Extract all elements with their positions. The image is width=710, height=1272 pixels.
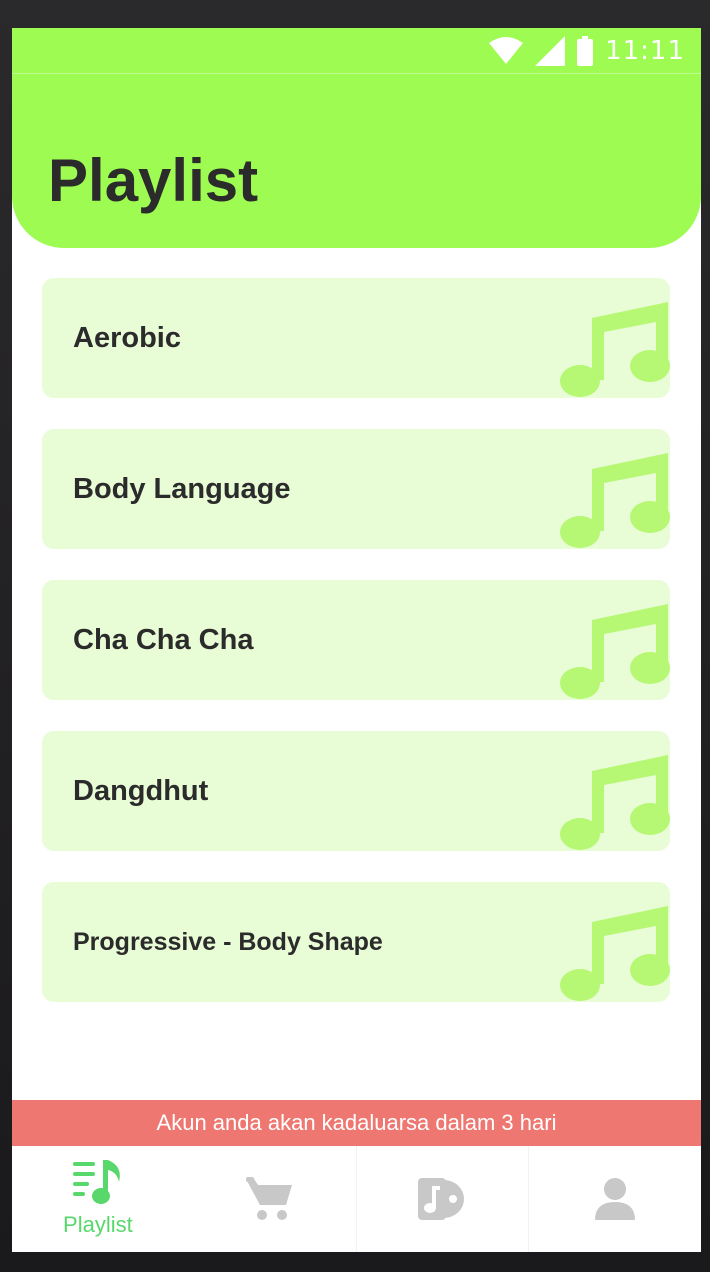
playlist-item-body-language[interactable]: Body Language — [42, 429, 670, 549]
status-bar: 11:11 — [12, 28, 701, 74]
bottom-nav: Playlist — [12, 1146, 701, 1252]
page-title: Playlist — [48, 147, 259, 214]
playlist-item-aerobic[interactable]: Aerobic — [42, 278, 670, 398]
playlist-icon — [72, 1160, 120, 1204]
music-note-icon — [560, 755, 670, 850]
user-icon — [595, 1178, 636, 1220]
playlist-item-label: Cha Cha Cha — [73, 623, 254, 656]
cart-icon — [245, 1177, 292, 1220]
expiry-banner: Akun anda akan kadaluarsa dalam 3 hari — [12, 1100, 701, 1146]
playlist-item-cha-cha-cha[interactable]: Cha Cha Cha — [42, 580, 670, 700]
battery-icon — [577, 36, 594, 66]
nav-item-playlist[interactable]: Playlist — [12, 1146, 184, 1252]
header: 11:11 Playlist — [12, 28, 701, 248]
playlist-item-progressive-body-shape[interactable]: Progressive - Body Shape — [42, 882, 670, 1002]
wifi-icon — [489, 37, 524, 64]
music-album-icon — [418, 1178, 465, 1220]
music-note-icon — [560, 453, 670, 548]
music-note-icon — [560, 604, 670, 699]
playlist-list: Aerobic Body Language Cha Cha Cha Dangdh… — [42, 278, 670, 1033]
status-time: 11:11 — [605, 36, 685, 66]
nav-item-music-album[interactable] — [355, 1146, 529, 1252]
playlist-item-label: Aerobic — [73, 321, 181, 354]
playlist-item-label: Progressive - Body Shape — [73, 927, 383, 956]
playlist-item-label: Dangdhut — [73, 774, 209, 807]
app-screen: 11:11 Playlist Aerobic Body Language Cha… — [12, 28, 701, 1252]
nav-label-playlist: Playlist — [63, 1212, 133, 1237]
playlist-item-dangdhut[interactable]: Dangdhut — [42, 731, 670, 851]
signal-icon — [535, 36, 566, 66]
playlist-item-label: Body Language — [73, 472, 291, 505]
nav-item-cart[interactable] — [184, 1146, 356, 1252]
nav-item-profile[interactable] — [528, 1146, 701, 1252]
music-note-icon — [560, 906, 670, 1001]
music-note-icon — [560, 302, 670, 397]
